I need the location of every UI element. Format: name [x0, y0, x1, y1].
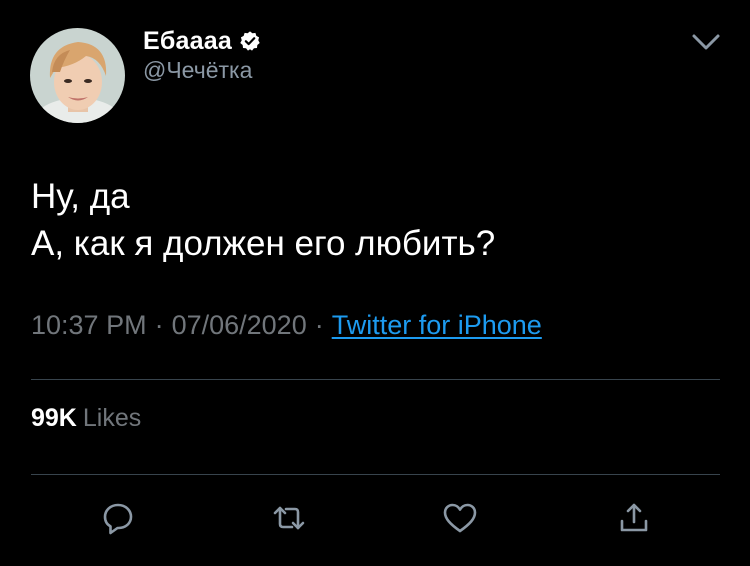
verified-badge-icon — [239, 30, 261, 52]
tweet-detail: Ебаааа @Чечётка Ну, да А, как я должен е… — [0, 0, 750, 566]
avatar-image — [30, 28, 125, 123]
chevron-down-icon[interactable] — [690, 28, 722, 56]
reply-button[interactable] — [99, 499, 137, 537]
avatar[interactable] — [30, 28, 125, 123]
divider — [31, 474, 720, 475]
tweet-date[interactable]: 07/06/2020 — [172, 310, 307, 340]
likes-count: 99K — [31, 404, 77, 432]
like-button[interactable] — [441, 499, 479, 537]
meta-separator: · — [154, 310, 164, 340]
share-button[interactable] — [615, 499, 653, 537]
tweet-text: Ну, да А, как я должен его любить? — [31, 173, 495, 267]
user-handle[interactable]: @Чечётка — [143, 57, 252, 84]
reply-icon — [100, 500, 136, 536]
name-row: Ебаааа — [143, 26, 261, 56]
retweet-icon — [270, 500, 308, 536]
tweet-time[interactable]: 10:37 PM — [31, 310, 147, 340]
display-name[interactable]: Ебаааа — [143, 27, 232, 56]
likes-label: Likes — [82, 404, 142, 432]
divider — [31, 379, 720, 380]
tweet-metadata: 10:37 PM · 07/06/2020 · Twitter for iPhone — [31, 310, 542, 341]
heart-icon — [442, 501, 478, 535]
retweet-button[interactable] — [270, 499, 308, 537]
tweet-text-line: Ну, да — [31, 177, 130, 216]
share-icon — [617, 501, 651, 535]
tweet-text-line: А, как я должен его любить? — [31, 224, 496, 263]
likes-stat[interactable]: 99K Likes — [31, 404, 141, 433]
meta-separator: · — [314, 310, 324, 340]
tweet-source-link[interactable]: Twitter for iPhone — [332, 310, 542, 340]
